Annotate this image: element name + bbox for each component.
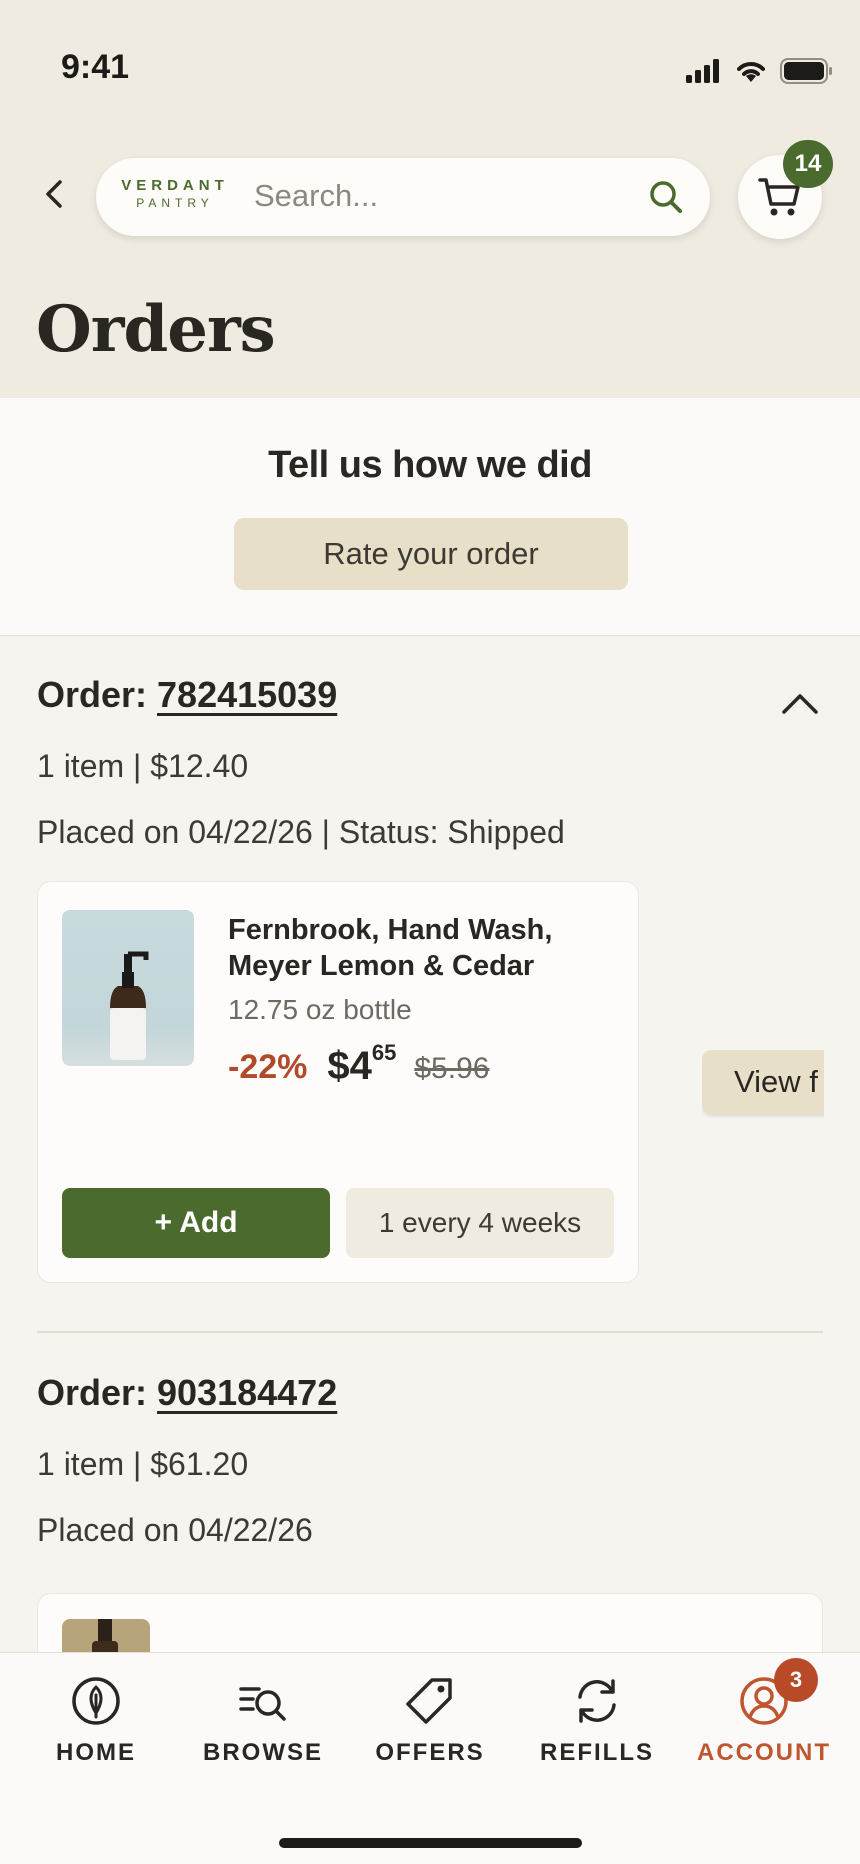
refresh-icon xyxy=(578,1679,616,1723)
order-label: Order: xyxy=(37,1372,158,1413)
order-divider xyxy=(37,1331,823,1333)
tab-label: BROWSE xyxy=(203,1739,323,1766)
home-indicator[interactable] xyxy=(279,1838,582,1848)
tab-offers[interactable]: OFFERS xyxy=(346,1675,514,1785)
order-placed-date: Placed on 04/22/26 xyxy=(37,1512,313,1548)
browse-search-icon xyxy=(239,1687,286,1721)
feedback-title: Tell us how we did xyxy=(268,444,592,486)
price-row: -22% $4 65 $5.96 xyxy=(228,1040,489,1089)
tab-label: HOME xyxy=(56,1739,136,1766)
tab-label: REFILLS xyxy=(540,1739,654,1766)
order-header: Order: 903184472 xyxy=(37,1372,337,1414)
add-to-cart-button[interactable]: + Add xyxy=(62,1188,330,1258)
tag-icon xyxy=(406,1678,452,1724)
tab-home[interactable]: HOME xyxy=(12,1675,180,1785)
price-cents: 65 xyxy=(371,1040,397,1065)
account-notification-badge: 3 xyxy=(774,1658,818,1702)
tab-browse[interactable]: BROWSE xyxy=(179,1675,347,1785)
leaf-icon xyxy=(72,1677,120,1725)
subscription-frequency-button[interactable]: 1 every 4 weeks xyxy=(346,1188,614,1258)
page-title: Orders xyxy=(36,292,276,367)
product-card[interactable]: Fernbrook, Hand Wash, Meyer Lemon & Ceda… xyxy=(37,881,639,1283)
order-placed-status: Placed on 04/22/26 | Status: Shipped xyxy=(37,814,565,850)
view-button-clip: View f xyxy=(702,1050,824,1118)
order-number-link[interactable]: 782415039 xyxy=(157,674,337,715)
brand-logo[interactable]: VERDANT PANTRY xyxy=(116,178,234,209)
search-input[interactable]: Search... xyxy=(254,178,378,214)
feedback-section: Tell us how we did Rate your order xyxy=(0,398,860,636)
tab-refills[interactable]: REFILLS xyxy=(513,1675,681,1785)
hand-wash-bottle-image xyxy=(110,951,149,1060)
logo-line1: VERDANT xyxy=(121,177,229,194)
view-button[interactable]: View f xyxy=(702,1050,824,1114)
order-items-total: 1 item | $12.40 xyxy=(37,748,249,784)
order-header: Order: 782415039 xyxy=(37,674,337,716)
search-bar[interactable]: VERDANT PANTRY Search... xyxy=(96,158,710,236)
back-chevron-icon[interactable] xyxy=(38,176,74,212)
product-image[interactable] xyxy=(62,910,194,1066)
order-items-total: 1 item | $61.20 xyxy=(37,1446,249,1482)
wifi-icon xyxy=(737,62,765,82)
search-icon[interactable] xyxy=(646,177,686,217)
tab-label: OFFERS xyxy=(375,1739,485,1766)
cart-count-badge: 14 xyxy=(783,140,833,188)
logo-line2: PANTRY xyxy=(136,196,214,210)
order-label: Order: xyxy=(37,674,158,715)
rate-order-button[interactable]: Rate your order xyxy=(234,518,628,590)
header: 9:41 VERDANT PANTRY Search... 14 Orders xyxy=(0,0,860,398)
product-name[interactable]: Fernbrook, Hand Wash, Meyer Lemon & Ceda… xyxy=(228,912,618,984)
signal-icon xyxy=(686,59,719,83)
collapse-chevron-icon[interactable] xyxy=(780,690,820,716)
price-dollars: $4 xyxy=(327,1044,372,1088)
tab-label: ACCOUNT xyxy=(697,1739,831,1766)
battery-icon xyxy=(780,58,832,84)
tab-account[interactable]: ACCOUNT xyxy=(680,1675,848,1785)
original-price: $5.96 xyxy=(414,1052,490,1085)
status-icons xyxy=(686,58,834,84)
product-size: 12.75 oz bottle xyxy=(228,994,412,1025)
order-number-link[interactable]: 903184472 xyxy=(157,1372,337,1413)
bottom-tab-bar: HOME BROWSE OFFERS REFILLS ACCOUNT xyxy=(0,1652,860,1864)
status-time: 9:41 xyxy=(61,48,130,86)
discount-percent: -22% xyxy=(228,1048,308,1086)
